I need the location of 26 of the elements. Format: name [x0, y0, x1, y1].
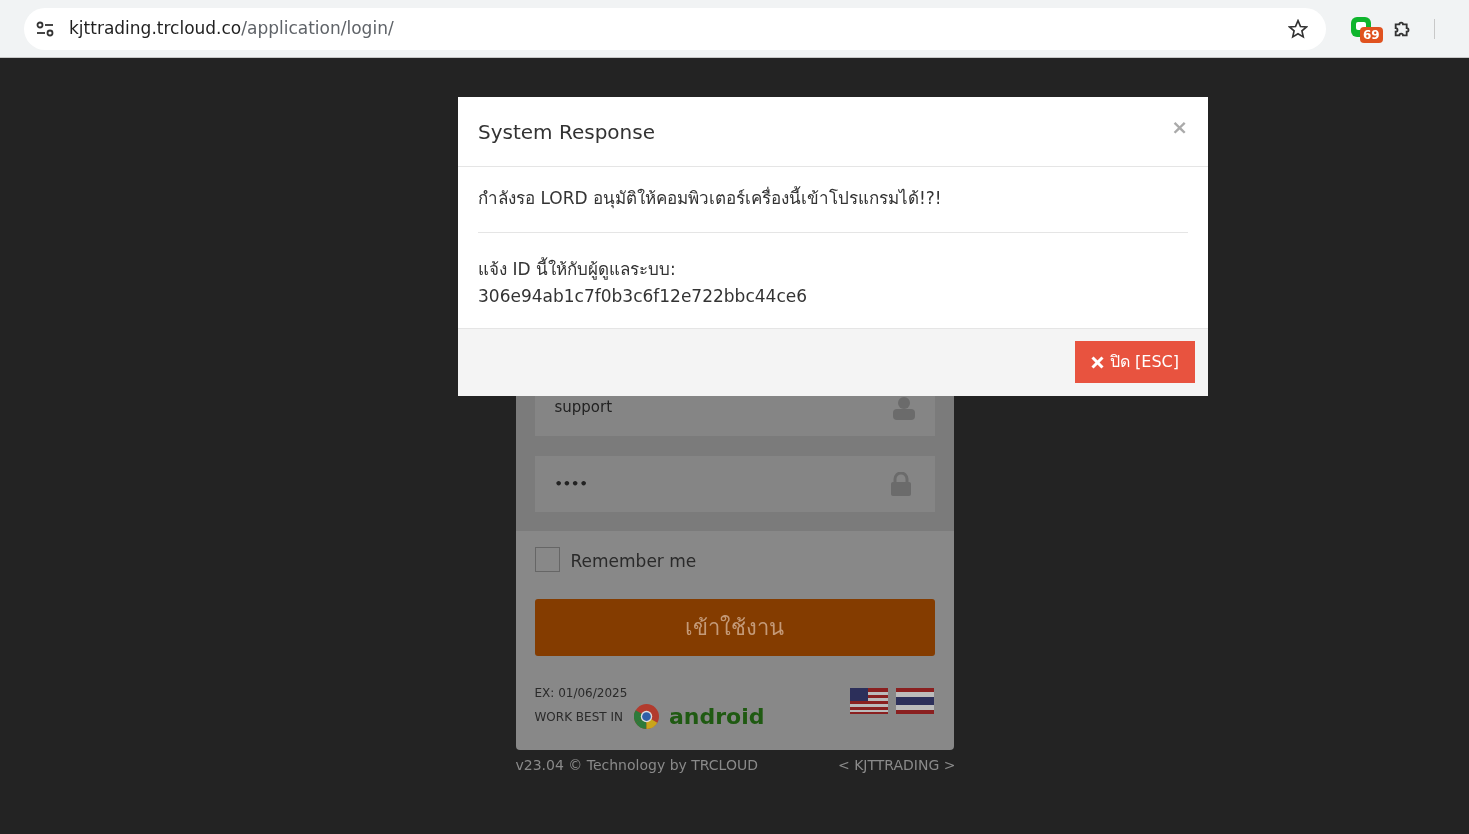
remember-label[interactable]: Remember me [570, 549, 697, 575]
android-logo: android [668, 703, 765, 730]
us-flag-icon[interactable] [849, 687, 888, 714]
login-button[interactable]: เข้าใช้งาน [534, 598, 935, 656]
footer-copyright: v23.04 © Technology by TRCLOUD [515, 755, 758, 775]
expiry-date: EX: 01/06/2025 [534, 684, 629, 702]
extension-badge: 69 [1360, 26, 1383, 43]
site-settings-icon[interactable] [36, 20, 54, 37]
url-text: kjttrading.trcloud.co/application/login/ [69, 16, 394, 40]
bookmark-star-icon[interactable] [1288, 18, 1308, 39]
modal-title: System Response [478, 118, 655, 146]
id-label: แจ้ง ID นี้ให้กับผู้ดูแลระบบ: [478, 256, 677, 282]
lock-icon [890, 472, 911, 496]
close-esc-button[interactable]: ปิด [ESC] [1075, 341, 1195, 383]
address-bar[interactable]: kjttrading.trcloud.co/application/login/ [24, 7, 1326, 50]
remember-checkbox[interactable] [534, 547, 560, 573]
device-id: 306e94ab1c7f0b3c6f12e722bbc44ce6 [478, 285, 808, 308]
footer-company: < KJTTRADING > [838, 755, 956, 775]
user-icon [892, 396, 915, 420]
chrome-logo-icon [633, 704, 659, 729]
thai-flag-icon[interactable] [895, 687, 934, 714]
close-icon [1091, 355, 1104, 369]
password-field[interactable]: •••• [534, 456, 935, 512]
modal-message: กำลังรอ LORD อนุมัติให้คอมพิวเตอร์เครื่องนี้เข้าโปรแกรมได้!?! [478, 186, 1188, 233]
close-button[interactable]: × [1171, 117, 1188, 137]
works-best-label: WORK BEST IN [534, 708, 623, 726]
